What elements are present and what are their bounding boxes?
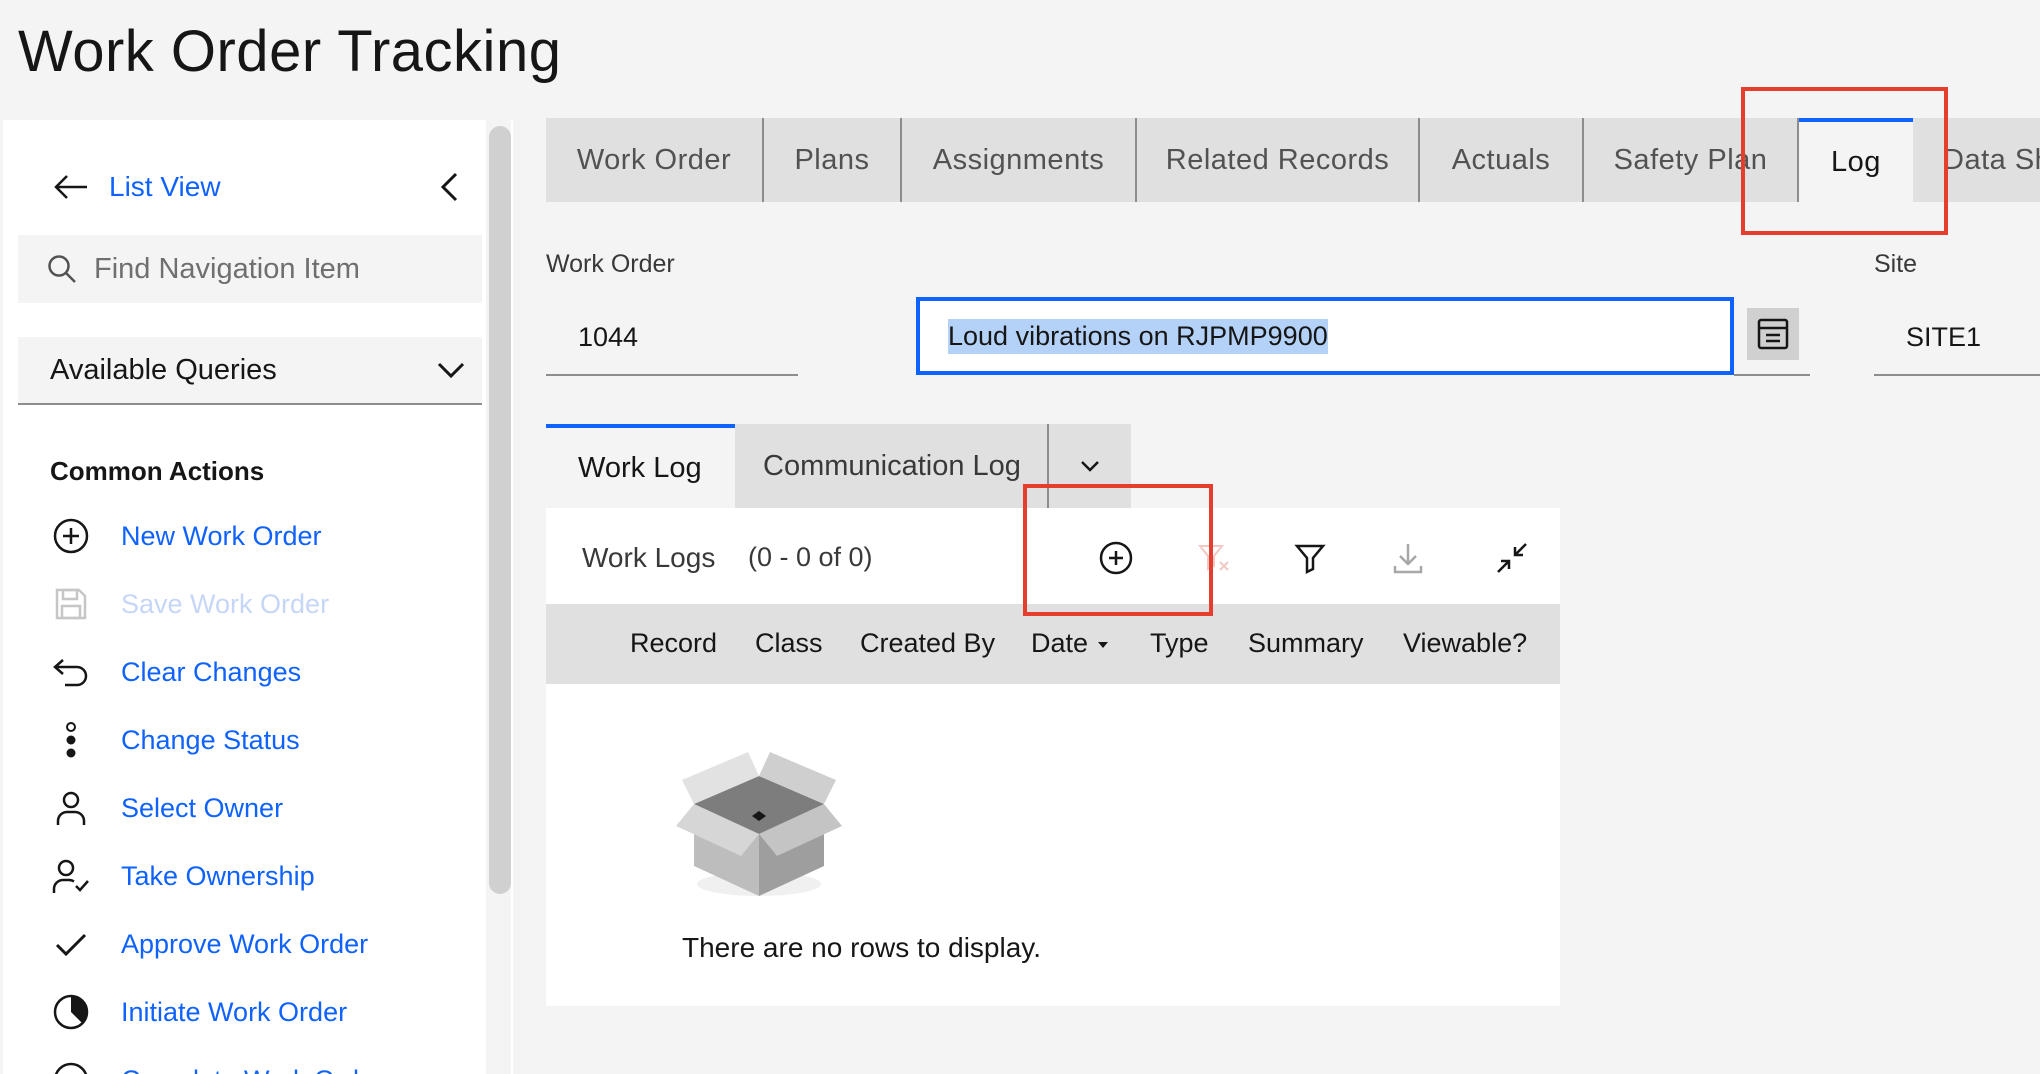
list-view-link[interactable]: List View	[53, 162, 473, 212]
chevron-down-icon	[1081, 461, 1099, 472]
undo-icon	[51, 652, 91, 692]
column-header[interactable]: Created By	[860, 628, 995, 659]
filter-icon	[1294, 544, 1326, 575]
column-header[interactable]: Viewable?	[1403, 628, 1527, 659]
column-header[interactable]: Class	[755, 628, 823, 659]
action-label: Take Ownership	[121, 860, 315, 891]
add-button-highlight-box	[1023, 484, 1213, 616]
empty-state-message: There are no rows to display.	[682, 932, 1041, 963]
description-field[interactable]: Loud vibrations on RJPMP9900	[916, 297, 1734, 375]
tab-plans[interactable]: Plans	[764, 118, 902, 202]
select-owner-action[interactable]: Select Owner	[51, 774, 481, 842]
action-label: New Work Order	[121, 520, 322, 551]
action-label: Change Status	[121, 724, 300, 755]
status-icon	[51, 720, 91, 760]
list-view-label: List View	[109, 171, 221, 202]
description-text: Loud vibrations on RJPMP9900	[948, 318, 1328, 354]
initiate-work-order-action[interactable]: Initiate Work Order	[51, 978, 481, 1046]
chevron-left-icon[interactable]	[436, 170, 464, 204]
work-logs-title: Work Logs	[582, 542, 716, 573]
log-tab-highlight-box	[1741, 87, 1948, 235]
user-icon	[51, 788, 91, 828]
column-header[interactable]: Record	[630, 628, 717, 659]
action-label: Approve Work Order	[121, 928, 369, 959]
download-button[interactable]	[1386, 536, 1430, 580]
circle-icon	[51, 1060, 91, 1074]
description-underline	[1734, 374, 1810, 376]
work-order-underline	[546, 374, 798, 376]
arrow-left-icon	[54, 175, 87, 199]
action-label: Complete Work Order	[121, 1065, 383, 1074]
nav-search	[18, 235, 482, 303]
action-label: Select Owner	[121, 792, 284, 823]
site-label: Site	[1874, 250, 1918, 278]
column-header[interactable]: Type	[1150, 628, 1209, 659]
add-circle-icon	[51, 516, 91, 556]
column-header[interactable]: Summary	[1248, 628, 1364, 659]
long-description-button[interactable]	[1747, 308, 1799, 360]
date-column-header[interactable]: Date	[1031, 628, 1109, 659]
new-work-order-action[interactable]: New Work Order	[51, 502, 481, 570]
subtab-work-log[interactable]: Work Log	[546, 424, 735, 508]
site-field[interactable]: SITE1	[1906, 322, 1981, 353]
table-header-row: Record Class Created By Date Type Summar…	[546, 604, 1560, 684]
minimize-button[interactable]	[1490, 536, 1534, 580]
subtab-communication-log[interactable]: Communication Log	[735, 424, 1049, 508]
work-order-number-field[interactable]: 1044	[578, 322, 638, 353]
minimize-icon	[1497, 543, 1527, 573]
search-icon	[48, 255, 76, 283]
take-ownership-action[interactable]: Take Ownership	[51, 842, 481, 910]
action-label: Save Work Order	[121, 588, 330, 619]
checkmark-icon	[51, 924, 91, 964]
tab-related-records[interactable]: Related Records	[1137, 118, 1420, 202]
common-actions-list: New Work Order Save Work Order Clear Cha…	[51, 502, 481, 1074]
sidebar-scrollbar-thumb[interactable]	[489, 126, 511, 894]
download-icon	[1393, 544, 1423, 574]
work-order-label: Work Order	[546, 250, 675, 278]
progress-icon	[51, 992, 91, 1032]
long-description-icon	[1757, 318, 1789, 350]
filter-button[interactable]	[1288, 536, 1332, 580]
action-label: Initiate Work Order	[121, 996, 348, 1027]
save-work-order-action[interactable]: Save Work Order	[51, 570, 481, 638]
tab-actuals[interactable]: Actuals	[1420, 118, 1584, 202]
tab-work-order[interactable]: Work Order	[546, 118, 764, 202]
common-actions-heading: Common Actions	[50, 456, 265, 486]
chevron-down-icon	[437, 362, 465, 379]
user-check-icon	[51, 856, 91, 896]
app-title: Work Order Tracking	[18, 19, 562, 84]
clear-changes-action[interactable]: Clear Changes	[51, 638, 481, 706]
action-label: Clear Changes	[121, 656, 302, 687]
complete-work-order-action[interactable]: Complete Work Order	[51, 1046, 481, 1074]
tab-assignments[interactable]: Assignments	[902, 118, 1137, 202]
available-queries-dropdown[interactable]: Available Queries	[18, 337, 482, 405]
nav-search-input[interactable]	[94, 252, 474, 286]
navigation-sidebar: List View Available Queries Common Actio…	[3, 120, 513, 1074]
approve-work-order-action[interactable]: Approve Work Order	[51, 910, 481, 978]
queries-label: Available Queries	[50, 353, 277, 386]
sort-descending-icon	[1098, 641, 1109, 648]
change-status-action[interactable]: Change Status	[51, 706, 481, 774]
site-underline	[1874, 374, 2040, 376]
column-header-label: Date	[1031, 628, 1089, 658]
save-icon	[51, 584, 91, 624]
work-logs-count: (0 - 0 of 0)	[748, 542, 873, 572]
empty-box-icon	[676, 752, 842, 896]
